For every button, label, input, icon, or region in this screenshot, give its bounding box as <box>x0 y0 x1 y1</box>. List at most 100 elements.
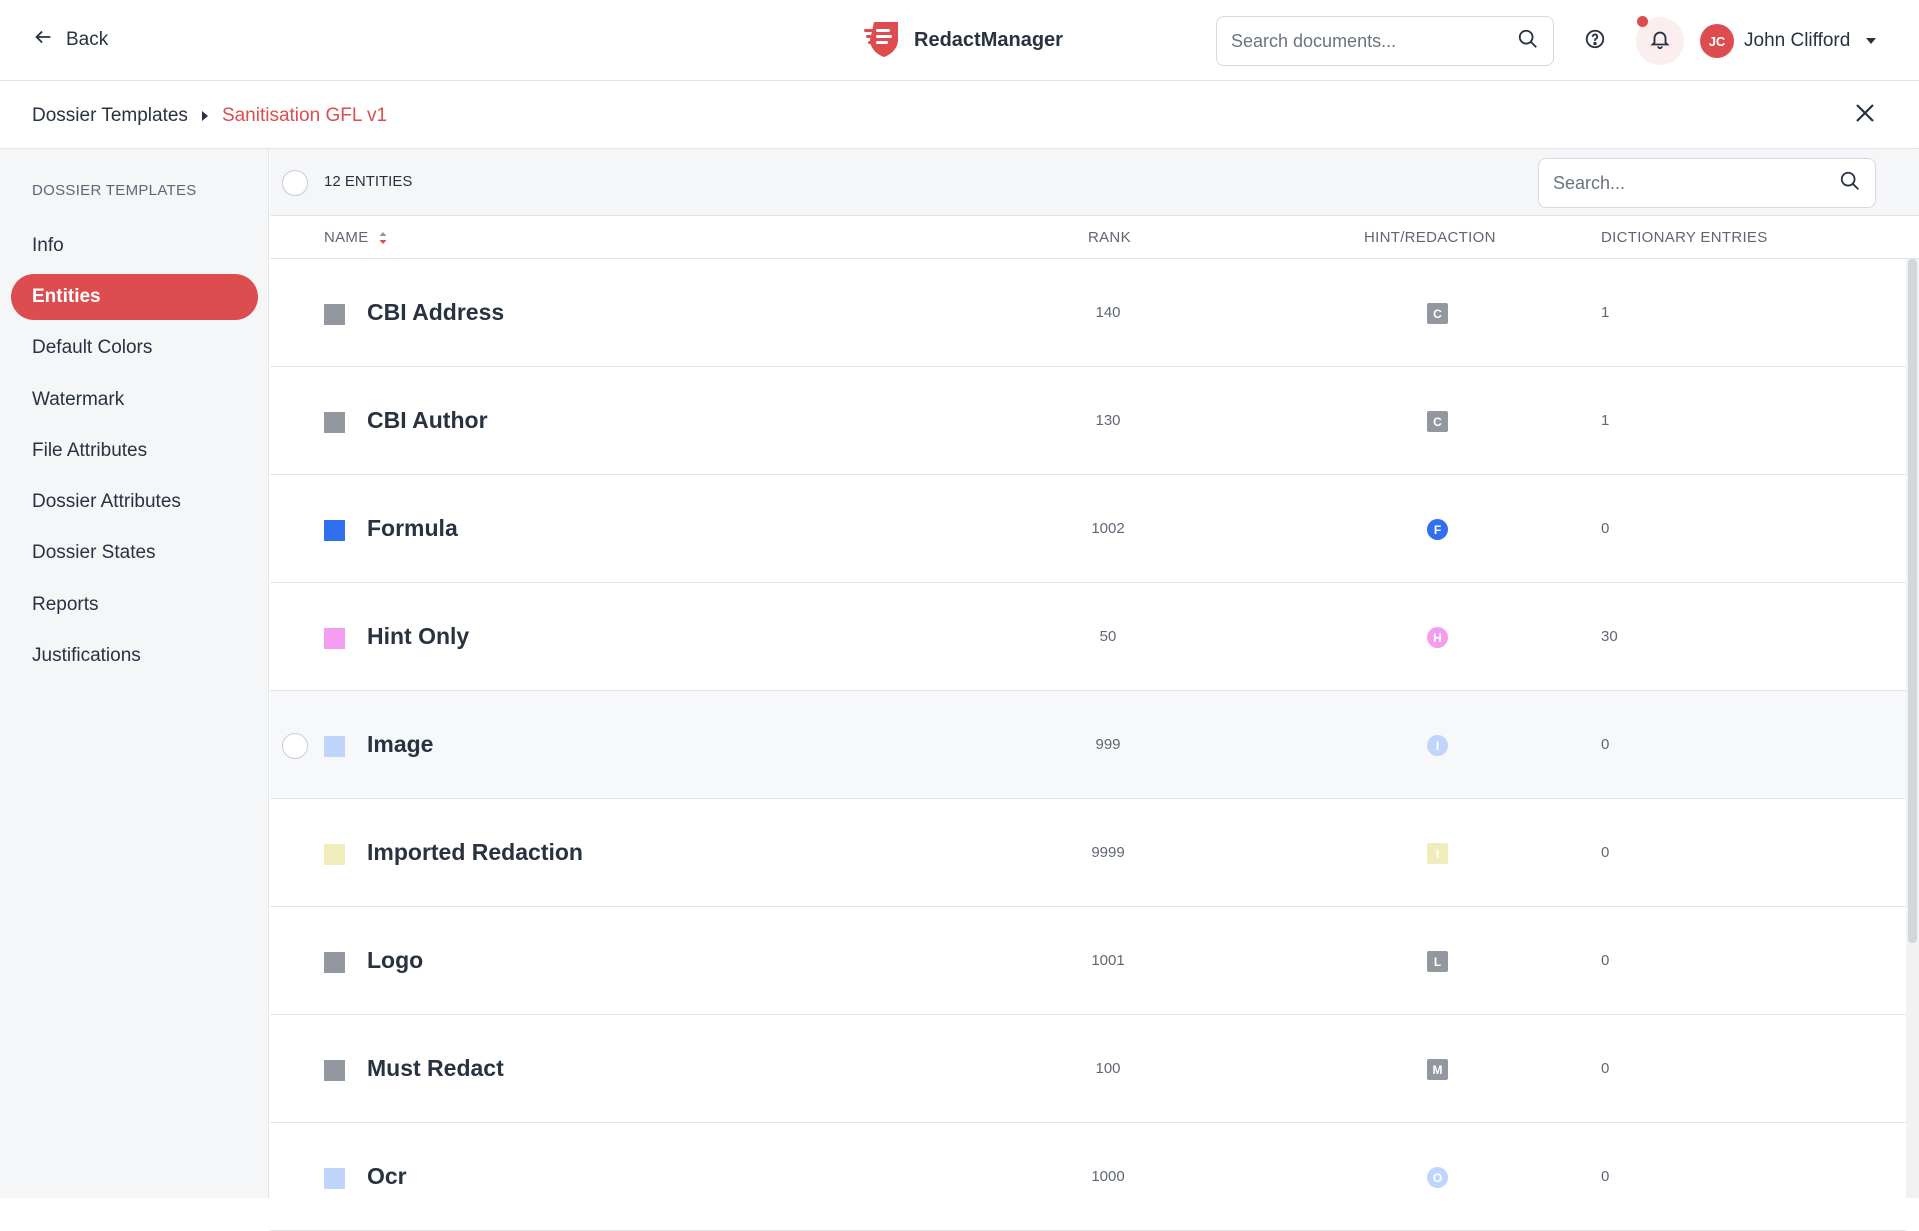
dictionary-entries: 0 <box>1601 736 1610 753</box>
row-checkbox[interactable] <box>282 733 308 759</box>
column-name[interactable]: NAME <box>324 229 369 246</box>
help-circle-icon <box>1584 28 1606 55</box>
sidebar-item-justifications[interactable]: Justifications <box>11 633 258 679</box>
sidebar-item-info[interactable]: Info <box>11 223 258 269</box>
entity-rank: 130 <box>1095 412 1121 429</box>
dictionary-entries: 0 <box>1601 1168 1610 1185</box>
arrow-left-icon <box>32 26 54 54</box>
breadcrumb-dossier-templates[interactable]: Dossier Templates <box>32 105 188 127</box>
sidebar-item-watermark[interactable]: Watermark <box>11 377 258 423</box>
table-row[interactable]: CBI Address 140 C 1 <box>270 259 1906 367</box>
sidebar-title: DOSSIER TEMPLATES <box>32 182 197 199</box>
hint-redaction-badge: C <box>1427 411 1448 432</box>
entity-search-input[interactable] <box>1553 172 1839 194</box>
color-swatch <box>324 736 345 757</box>
back-button[interactable]: Back <box>32 26 108 54</box>
dictionary-entries: 1 <box>1601 304 1610 321</box>
entity-search-field[interactable] <box>1538 158 1876 208</box>
search-icon[interactable] <box>1517 28 1539 55</box>
hint-redaction-badge: C <box>1427 303 1448 324</box>
entity-name: Ocr <box>367 1163 407 1189</box>
sidebar-item-dossier-attributes[interactable]: Dossier Attributes <box>11 479 258 525</box>
entity-name: Image <box>367 731 434 757</box>
entity-name: Must Redact <box>367 1055 504 1081</box>
notification-dot <box>1637 16 1648 27</box>
table-row[interactable]: Imported Redaction 9999 I 0 <box>270 799 1906 907</box>
close-icon <box>1853 101 1877 130</box>
search-icon[interactable] <box>1839 170 1861 197</box>
color-swatch <box>324 952 345 973</box>
color-swatch <box>324 1060 345 1081</box>
sidebar-item-file-attributes[interactable]: File Attributes <box>11 428 258 474</box>
entity-rank: 140 <box>1095 304 1121 321</box>
document-search-field[interactable] <box>1216 16 1554 66</box>
avatar: JC <box>1700 24 1734 58</box>
entity-name: CBI Address <box>367 299 505 325</box>
help-button[interactable] <box>1578 24 1612 58</box>
document-search-input[interactable] <box>1231 30 1517 52</box>
sidebar-item-default-colors[interactable]: Default Colors <box>11 325 258 371</box>
breadcrumb-bar: Dossier Templates Sanitisation GFL v1 <box>0 82 1919 149</box>
entity-rank: 1002 <box>1091 520 1125 537</box>
breadcrumb-current[interactable]: Sanitisation GFL v1 <box>222 105 387 127</box>
sort-icon[interactable] <box>378 229 388 247</box>
hint-redaction-badge: I <box>1427 735 1448 756</box>
breadcrumb: Dossier Templates Sanitisation GFL v1 <box>32 102 387 130</box>
scrollbar-thumb[interactable] <box>1908 259 1917 943</box>
hint-redaction-badge: F <box>1427 519 1448 540</box>
close-button[interactable] <box>1850 100 1880 130</box>
entity-count: 12 ENTITIES <box>324 173 413 190</box>
entity-rank: 999 <box>1095 736 1121 753</box>
entity-rank: 50 <box>1099 628 1117 645</box>
dictionary-entries: 0 <box>1601 520 1610 537</box>
table-row[interactable]: Logo 1001 L 0 <box>270 907 1906 1015</box>
table-row[interactable]: Formula 1002 F 0 <box>270 475 1906 583</box>
table-row[interactable]: CBI Author 130 C 1 <box>270 367 1906 475</box>
entity-name: CBI Author <box>367 407 488 433</box>
color-swatch <box>324 844 345 865</box>
list-header: 12 ENTITIES <box>270 150 1919 216</box>
sidebar-item-reports[interactable]: Reports <box>11 582 258 628</box>
sidebar-item-entities[interactable]: Entities <box>11 274 258 320</box>
entity-name: Logo <box>367 947 424 973</box>
hint-redaction-badge: O <box>1427 1167 1448 1188</box>
color-swatch <box>324 1168 345 1189</box>
column-dictionary-entries: DICTIONARY ENTRIES <box>1601 229 1768 246</box>
table-row[interactable]: Image 999 I 0 <box>270 691 1906 799</box>
sidebar: DOSSIER TEMPLATES Info Entities Default … <box>0 150 269 1198</box>
select-all-checkbox[interactable] <box>282 170 308 196</box>
brand[interactable]: RedactManager <box>862 18 1063 62</box>
table-row[interactable]: Must Redact 100 M 0 <box>270 1015 1906 1123</box>
caret-down-icon <box>1866 38 1877 44</box>
entity-rank: 1001 <box>1091 952 1125 969</box>
hint-redaction-badge: M <box>1427 1059 1448 1080</box>
color-swatch <box>324 304 345 325</box>
dictionary-entries: 0 <box>1601 1060 1610 1077</box>
color-swatch <box>324 520 345 541</box>
hint-redaction-badge: H <box>1427 627 1448 648</box>
dictionary-entries: 0 <box>1601 952 1610 969</box>
hint-redaction-badge: L <box>1427 951 1448 972</box>
sidebar-item-dossier-states[interactable]: Dossier States <box>11 530 258 576</box>
caret-right-icon <box>201 111 208 121</box>
brand-name: RedactManager <box>914 28 1063 51</box>
scrollbar[interactable] <box>1906 259 1919 1198</box>
user-name: John Clifford <box>1744 30 1851 51</box>
color-swatch <box>324 412 345 433</box>
back-label: Back <box>66 29 109 50</box>
column-hint-redaction: HINT/REDACTION <box>1364 229 1496 246</box>
entities-panel: 12 ENTITIES NAME RANK HINT/REDACTION DIC… <box>270 150 1919 1231</box>
redactmanager-logo-icon <box>862 18 902 63</box>
dictionary-entries: 0 <box>1601 844 1610 861</box>
entity-rank: 9999 <box>1091 844 1125 861</box>
dictionary-entries: 1 <box>1601 412 1610 429</box>
dictionary-entries: 30 <box>1601 628 1618 645</box>
user-menu[interactable]: JC John Clifford <box>1700 23 1877 59</box>
column-rank: RANK <box>1088 229 1131 246</box>
entity-rank: 100 <box>1095 1060 1121 1077</box>
table-row[interactable]: Hint Only 50 H 30 <box>270 583 1906 691</box>
entity-rank: 1000 <box>1091 1168 1125 1185</box>
table-row[interactable]: Ocr 1000 O 0 <box>270 1123 1906 1231</box>
entity-name: Formula <box>367 515 458 541</box>
top-bar: Back RedactManager <box>0 0 1919 81</box>
